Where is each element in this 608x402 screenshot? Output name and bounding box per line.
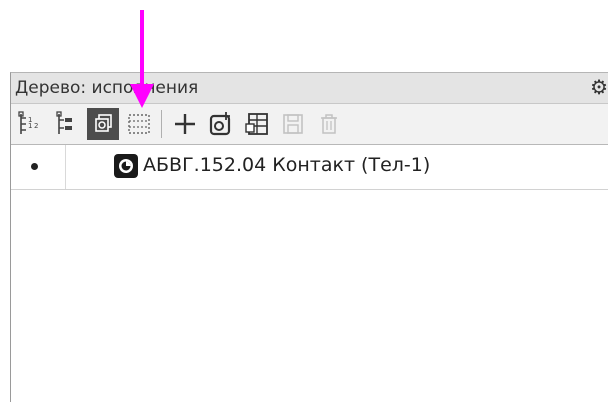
panel-titlebar: Дерево: исполнения ⚙ — [11, 73, 608, 104]
variants-tree-panel: Дерево: исполнения ⚙ 1 1 2 АБВГ.152.04 К… — [10, 72, 608, 402]
bullet-icon — [31, 163, 38, 170]
panel-toolbar: 1 1 2 — [11, 104, 608, 145]
dotted-select-icon[interactable] — [123, 108, 155, 140]
table-icon[interactable] — [241, 108, 273, 140]
part-icon — [113, 153, 139, 179]
annotation-arrow — [130, 10, 154, 108]
delete-icon[interactable] — [313, 108, 345, 140]
toolbar-separator — [161, 110, 162, 138]
tree-row[interactable]: АБВГ.152.04 Контакт (Тел-1) — [11, 145, 608, 190]
gear-icon[interactable]: ⚙ — [590, 76, 608, 98]
structure-tree-icon[interactable]: 1 1 2 — [15, 108, 47, 140]
list-tree-icon[interactable] — [51, 108, 83, 140]
panel-title: Дерево: исполнения — [15, 78, 199, 98]
variants-icon[interactable] — [87, 108, 119, 140]
save-icon[interactable] — [277, 108, 309, 140]
row-marker-cell — [11, 145, 66, 189]
tree-row-label: АБВГ.152.04 Контакт (Тел-1) — [143, 154, 431, 176]
svg-text:1: 1 — [28, 122, 32, 130]
add-icon[interactable] — [169, 108, 201, 140]
refresh-part-icon[interactable] — [205, 108, 237, 140]
svg-text:2: 2 — [34, 122, 38, 130]
